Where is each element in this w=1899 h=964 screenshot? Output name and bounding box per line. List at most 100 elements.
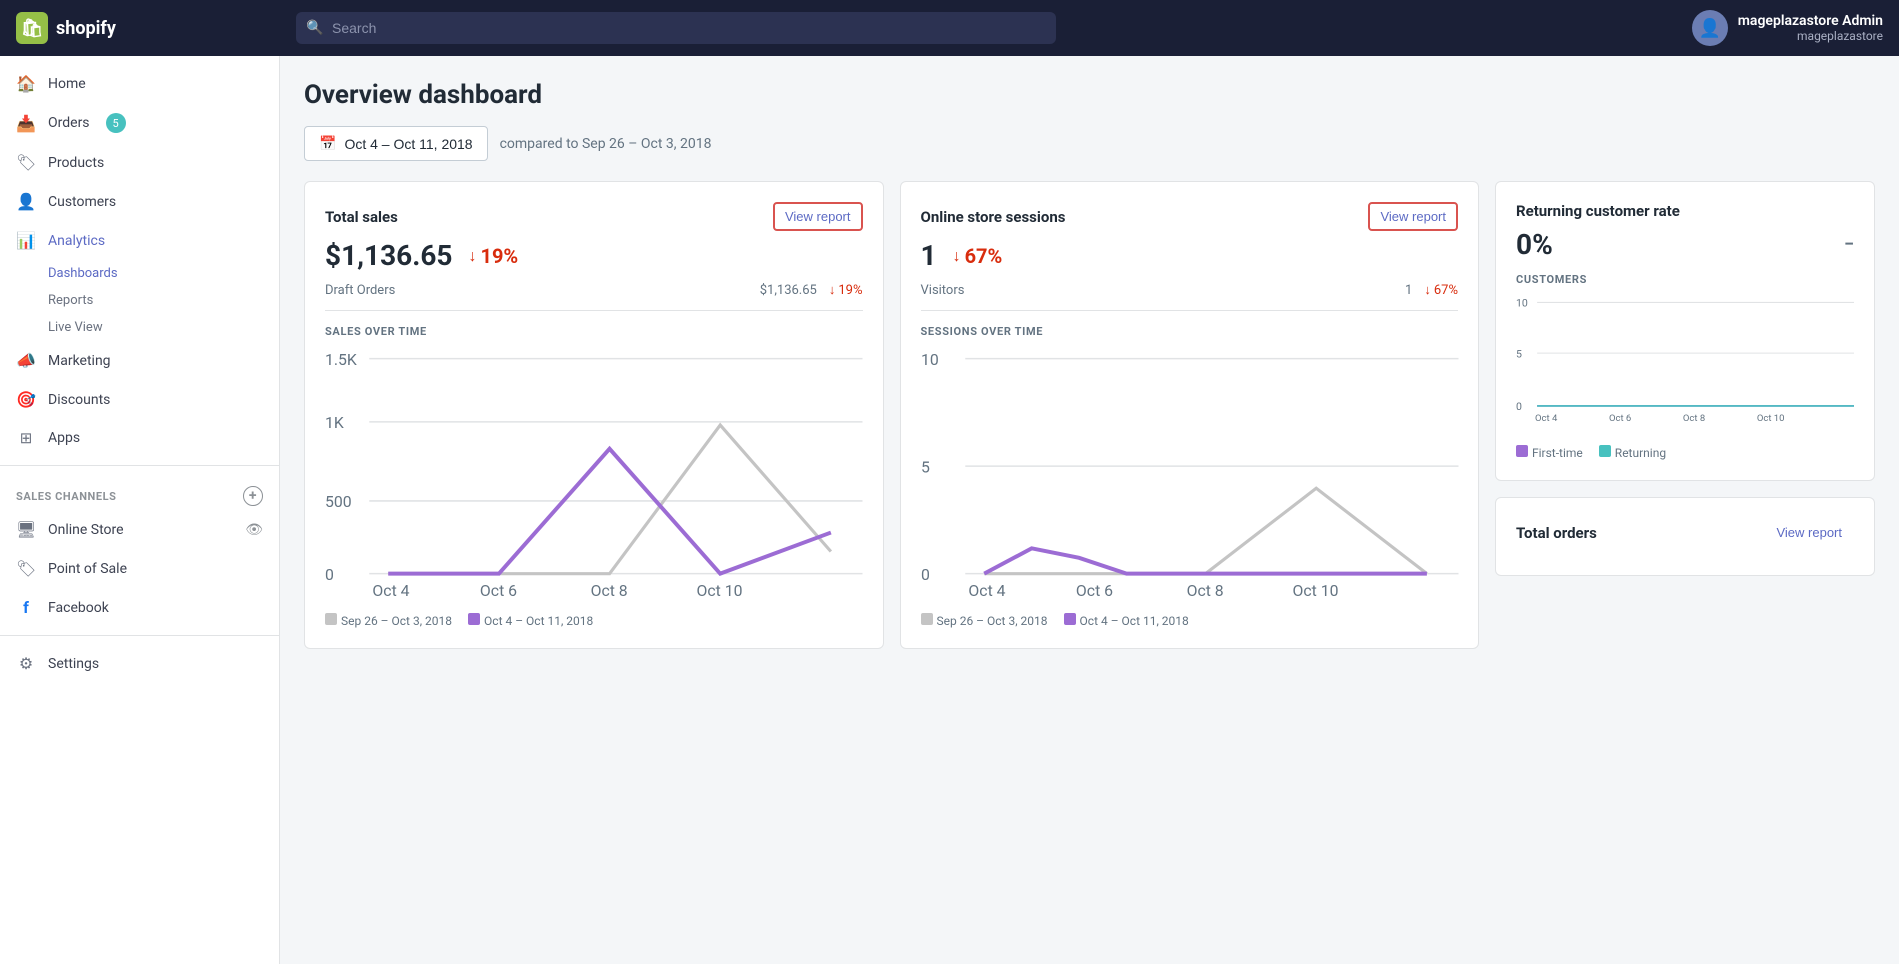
sidebar-label-marketing: Marketing [48,353,111,369]
sales-chart: 1.5K 1K 500 0 Oct 4 [325,346,863,603]
draft-orders-label: Draft Orders [325,283,395,298]
dashboard-grid: Total sales View report $1,136.65 ↓ 19% … [304,181,1875,649]
draft-orders-change: ↓ 19% [829,282,863,298]
sales-chart-svg: 1.5K 1K 500 0 Oct 4 [325,346,863,599]
sidebar-item-online-store[interactable]: 🖥 Online Store 👁 [0,510,279,549]
online-sessions-change: ↓ 67% [953,244,1003,268]
sessions-legend-curr: Oct 4 – Oct 11, 2018 [1064,613,1189,628]
analytics-icon: 📊 [16,231,36,250]
total-orders-view-report-button[interactable]: View report [1764,518,1854,547]
svg-text:1K: 1K [325,413,344,432]
rcr-dash: − [1844,234,1854,255]
svg-text:Oct 6: Oct 6 [1609,413,1631,424]
total-orders-title: Total orders [1516,524,1597,542]
sidebar-sub-dashboards[interactable]: Dashboards [0,260,279,287]
sidebar-label-customers: Customers [48,194,116,210]
sidebar-item-marketing[interactable]: 📣 Marketing [0,341,279,380]
search-bar[interactable]: 🔍 [296,12,1056,44]
sidebar-item-facebook[interactable]: f Facebook [0,588,279,627]
page-title: Overview dashboard [304,80,1875,110]
sidebar-sub-liveview[interactable]: Live View [0,314,279,341]
draft-orders-value: $1,136.65 [760,283,817,298]
eye-icon[interactable]: 👁 [245,522,263,538]
returning-chart-svg: 10 5 0 Oct 4 Oct 6 Oct 8 O [1516,294,1854,431]
main-layout: 🏠 Home 📥 Orders 5 🏷 Products 👤 Customers… [0,56,1899,964]
svg-text:10: 10 [1516,297,1528,310]
svg-text:Oct 10: Oct 10 [1292,581,1338,600]
total-sales-header: Total sales View report [325,202,863,231]
sub-stat-right: $1,136.65 ↓ 19% [760,282,863,298]
sidebar-label-products: Products [48,155,104,171]
apps-icon: ⊞ [16,429,36,447]
sidebar-label-apps: Apps [48,430,80,446]
top-navigation: 🛍 shopify 🔍 👤 mageplazastore Admin magep… [0,0,1899,56]
returning-legend: Returning [1599,445,1666,460]
sidebar-item-orders[interactable]: 📥 Orders 5 [0,103,279,143]
online-sessions-card: Online store sessions View report 1 ↓ 67… [900,181,1480,649]
small-down-arrow-2: ↓ [1424,282,1431,298]
search-input[interactable] [296,12,1056,44]
svg-text:Oct 10: Oct 10 [1757,413,1785,424]
svg-text:Oct 8: Oct 8 [1186,581,1223,600]
online-store-icon: 🖥 [16,520,36,539]
down-arrow-icon: ↓ [468,246,476,266]
customers-icon: 👤 [16,192,36,211]
visitors-sub-right: 1 ↓ 67% [1405,282,1458,298]
date-compare-text: compared to Sep 26 – Oct 3, 2018 [500,136,712,152]
content-area: Overview dashboard 📅 Oct 4 – Oct 11, 201… [280,56,1899,964]
total-sales-title: Total sales [325,208,398,226]
sessions-chart: 10 5 0 Oct 4 Oct 6 Oct 8 Oct 10 [921,346,1459,603]
svg-text:500: 500 [325,492,352,511]
sidebar-label-facebook: Facebook [48,600,109,616]
sidebar-item-point-of-sale[interactable]: 🏷 Point of Sale [0,549,279,588]
svg-text:Oct 6: Oct 6 [480,581,517,600]
settings-icon: ⚙ [16,654,36,673]
logo-area: 🛍 shopify [16,12,296,44]
svg-text:5: 5 [1516,347,1522,360]
returning-customer-header: Returning customer rate [1516,202,1854,220]
sidebar-item-settings[interactable]: ⚙ Settings [0,644,279,683]
sidebar-item-home[interactable]: 🏠 Home [0,64,279,103]
date-filter-bar: 📅 Oct 4 – Oct 11, 2018 compared to Sep 2… [304,126,1875,161]
orders-badge: 5 [106,113,126,133]
user-info: mageplazastore Admin mageplazastore [1738,13,1883,43]
returning-customer-card: Returning customer rate 0% − CUSTOMERS 1… [1495,181,1875,481]
legend-curr-dot: Oct 4 – Oct 11, 2018 [468,613,593,628]
right-column: Returning customer rate 0% − CUSTOMERS 1… [1495,181,1875,649]
user-area[interactable]: 👤 mageplazastore Admin mageplazastore [1692,10,1883,46]
sidebar-item-apps[interactable]: ⊞ Apps [0,419,279,457]
facebook-icon: f [16,598,36,617]
svg-text:10: 10 [921,350,939,369]
online-sessions-sub-stat: Visitors 1 ↓ 67% [921,282,1459,311]
online-sessions-view-report-button[interactable]: View report [1368,202,1458,231]
legend-prev-dot: Sep 26 – Oct 3, 2018 [325,613,452,628]
sidebar-label-analytics: Analytics [48,233,105,249]
svg-text:5: 5 [921,457,930,476]
total-sales-value: $1,136.65 ↓ 19% [325,239,863,272]
sidebar-item-products[interactable]: 🏷 Products [0,143,279,182]
logo-text: shopify [56,18,116,39]
online-sessions-title: Online store sessions [921,208,1066,226]
total-sales-card: Total sales View report $1,136.65 ↓ 19% … [304,181,884,649]
sidebar-item-customers[interactable]: 👤 Customers [0,182,279,221]
svg-text:Oct 4: Oct 4 [968,581,1005,600]
customers-chart-label: CUSTOMERS [1516,273,1854,286]
sidebar-label-settings: Settings [48,656,99,672]
user-store: mageplazastore [1738,29,1883,43]
marketing-icon: 📣 [16,351,36,370]
calendar-icon: 📅 [319,135,336,152]
orders-icon: 📥 [16,114,36,133]
sidebar-item-discounts[interactable]: 🎯 Discounts [0,380,279,419]
sidebar-item-analytics[interactable]: 📊 Analytics [0,221,279,260]
total-sales-view-report-button[interactable]: View report [773,202,863,231]
sidebar-label-orders: Orders [48,115,90,131]
down-arrow-icon-2: ↓ [953,246,961,266]
add-sales-channel-button[interactable]: + [243,486,263,506]
sidebar-sub-reports[interactable]: Reports [0,287,279,314]
returning-customer-title: Returning customer rate [1516,202,1680,220]
sidebar-divider [0,465,279,466]
first-time-legend: First-time [1516,445,1583,460]
returning-chart: 10 5 0 Oct 4 Oct 6 Oct 8 O [1516,294,1854,435]
sidebar-label-point-of-sale: Point of Sale [48,561,127,577]
date-range-button[interactable]: 📅 Oct 4 – Oct 11, 2018 [304,126,488,161]
